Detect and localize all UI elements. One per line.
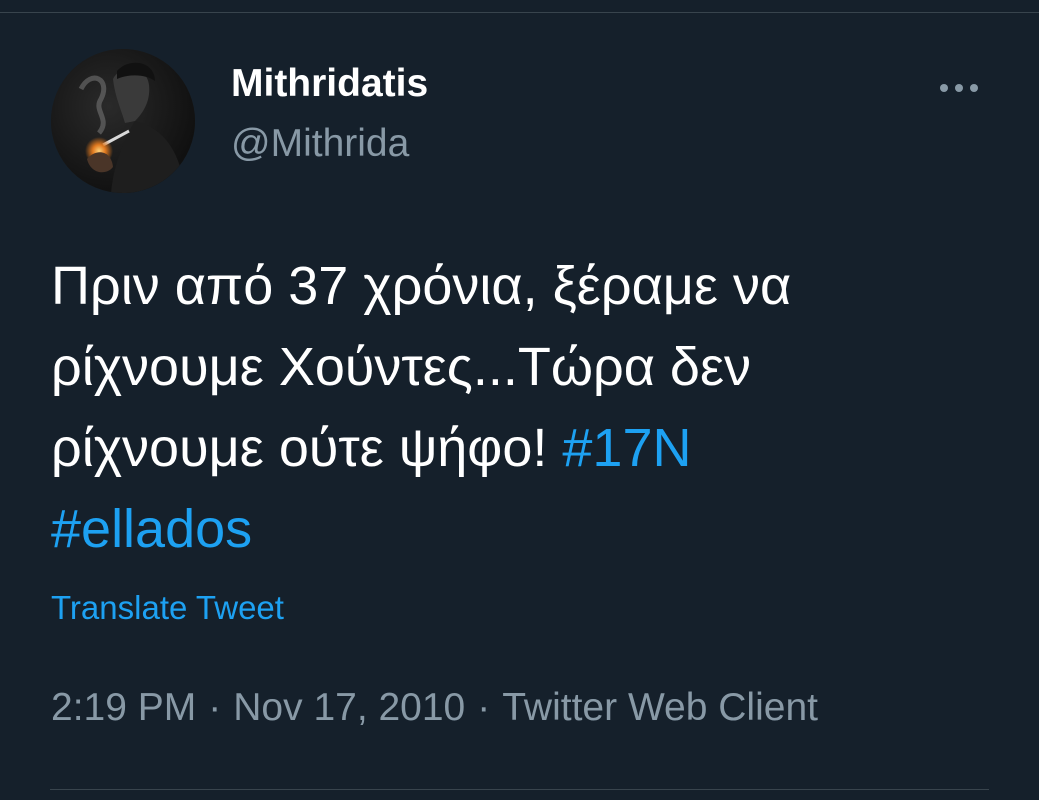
hashtag-link[interactable]: #ellados — [51, 499, 252, 559]
tweet-source-client[interactable]: Twitter Web Client — [502, 686, 818, 729]
tweet-text-line: Πριν από 37 χρόνια, ξέραμε να — [51, 256, 792, 316]
top-divider — [0, 12, 1039, 13]
separator: · — [477, 686, 491, 729]
avatar-image — [51, 49, 195, 193]
tweet-time[interactable]: 2:19 PM — [51, 686, 196, 729]
tweet-text-line: ρίχνουμε ούτε ψήφο! — [51, 418, 548, 478]
bottom-divider — [50, 789, 989, 790]
hashtag-link[interactable]: #17N — [562, 418, 691, 478]
separator: · — [208, 686, 222, 729]
tweet-text-line: ρίχνουμε Χούντες...Τώρα δεν — [51, 337, 752, 397]
tweet-date[interactable]: Nov 17, 2010 — [233, 686, 465, 729]
author-handle[interactable]: @Mithrida — [231, 122, 409, 166]
more-horizontal-icon-dot — [955, 84, 963, 92]
tweet-text: Πριν από 37 χρόνια, ξέραμε να ρίχνουμε Χ… — [51, 246, 1011, 570]
more-options-button[interactable] — [926, 72, 992, 104]
author-display-name[interactable]: Mithridatis — [231, 62, 428, 106]
tweet-metadata: 2:19 PM · Nov 17, 2010 · Twitter Web Client — [51, 686, 818, 730]
translate-tweet-link[interactable]: Translate Tweet — [51, 589, 284, 627]
avatar[interactable] — [51, 49, 195, 193]
more-horizontal-icon — [940, 84, 948, 92]
more-horizontal-icon-dot — [970, 84, 978, 92]
